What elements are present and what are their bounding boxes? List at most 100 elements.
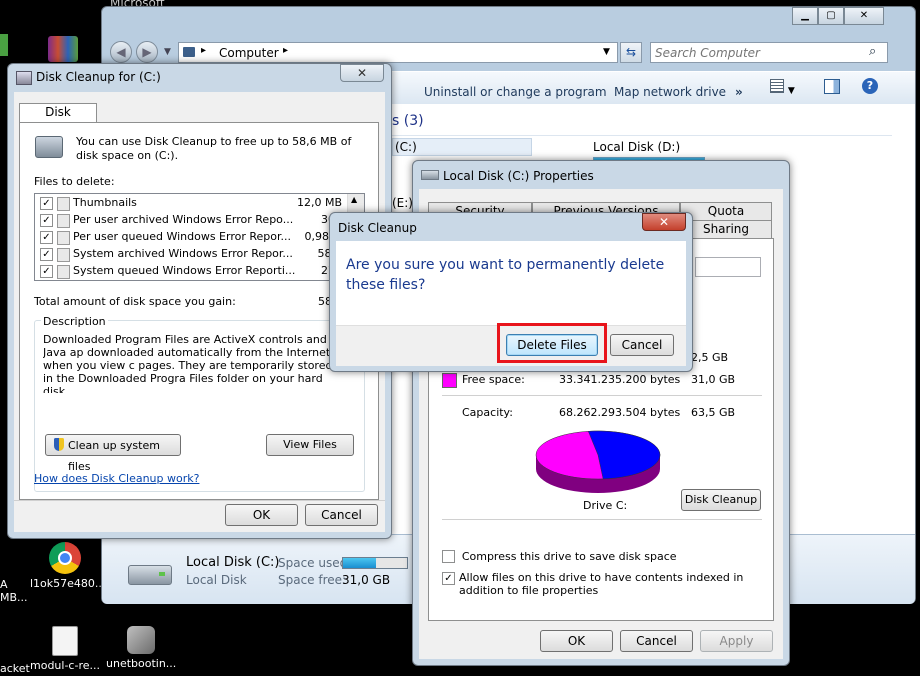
disk-cleanup-app-icon (16, 71, 32, 85)
confirm-message: Are you sure you want to permanently del… (346, 257, 665, 293)
ok-button[interactable]: OK (540, 630, 613, 652)
footer-divider (14, 500, 385, 501)
help-button[interactable]: ? (862, 78, 878, 94)
list-item[interactable]: ✓ System archived Windows Error Repor...… (35, 246, 364, 263)
free-space-size: 31,0 GB (691, 373, 736, 386)
tab-disk-cleanup[interactable]: Disk Cleanup (19, 103, 97, 136)
scroll-up-icon[interactable]: ▲ (351, 195, 357, 204)
view-list-icon (770, 79, 784, 93)
file-checkbox[interactable]: ✓ (40, 265, 53, 278)
minimize-icon: ▁ (801, 10, 809, 21)
compress-checkbox[interactable] (442, 550, 455, 563)
tab-sharing[interactable]: Sharing (680, 220, 772, 238)
desktop-icon-label: unetbootin... (106, 657, 177, 670)
refresh-button[interactable]: ⇆ (620, 42, 642, 63)
recent-pages-button[interactable]: ▼ (164, 47, 171, 57)
drive-small-icon (421, 170, 439, 180)
back-button[interactable]: ◀ (110, 41, 132, 63)
details-space-used-label: Space used: (278, 556, 352, 570)
desktop-icon-label-partial-2: acket (0, 662, 30, 675)
drive-d-label[interactable]: Local Disk (D:) (593, 140, 680, 154)
disk-usage-pie (535, 430, 661, 493)
file-name: Per user queued Windows Error Repor... (73, 230, 291, 243)
close-button[interactable]: ✕ (642, 213, 686, 231)
close-icon: ✕ (658, 215, 670, 229)
file-name: Per user archived Windows Error Repo... (73, 213, 294, 226)
confirm-dialog: Disk Cleanup ✕ Are you sure you want to … (329, 212, 693, 372)
details-drive-name: Local Disk (C:) (186, 555, 280, 570)
list-item[interactable]: ✓ System queued Windows Error Reporti...… (35, 263, 364, 280)
file-type-icon (57, 248, 70, 262)
free-space-bytes: 33.341.235.200 bytes (559, 373, 681, 386)
computer-icon (183, 47, 195, 57)
file-checkbox[interactable]: ✓ (40, 248, 53, 261)
chevron-down-icon: ▼ (164, 47, 171, 57)
forward-button[interactable]: ▶ (136, 41, 158, 63)
description-text: Downloaded Program Files are ActiveX con… (43, 333, 333, 393)
index-label: Allow files on this drive to have conten… (459, 571, 744, 597)
desktop-icon-doc[interactable]: modul-c-re... (30, 626, 100, 672)
drive-led-icon (159, 572, 165, 576)
desktop-icon-chrome[interactable]: l1ok57e480... (30, 542, 105, 590)
chevron-down-icon: ▼ (787, 86, 795, 96)
capacity-bytes: 68.262.293.504 bytes (559, 406, 681, 419)
dialog-client: Are you sure you want to permanently del… (336, 241, 686, 366)
disk-cleanup-button[interactable]: Disk Cleanup (681, 489, 761, 511)
drive-name-field[interactable] (695, 257, 761, 277)
index-checkbox[interactable]: ✓ (442, 572, 455, 585)
clean-up-system-files-button[interactable]: Clean up system files (45, 434, 181, 473)
file-type-icon (57, 231, 70, 245)
search-box[interactable]: ⌕ (650, 42, 888, 63)
tab-quota[interactable]: Quota (680, 202, 772, 220)
uninstall-program-button[interactable]: Uninstall or change a program (424, 85, 607, 99)
view-options-button[interactable]: ▼ (770, 79, 804, 96)
capacity-divider (442, 395, 762, 396)
desktop-icon-left-1[interactable] (0, 34, 8, 56)
drive-label: Drive C: (583, 499, 628, 512)
details-space-free-value: 31,0 GB (342, 573, 391, 587)
address-text[interactable]: Computer (219, 46, 279, 60)
toolbar-overflow-button[interactable]: » (735, 85, 743, 99)
file-checkbox[interactable]: ✓ (40, 231, 53, 244)
list-item[interactable]: ✓ Per user queued Windows Error Repor...… (35, 229, 364, 246)
maximize-button[interactable]: ▢ (818, 7, 844, 25)
unetbootin-icon (127, 626, 155, 654)
search-input[interactable] (653, 44, 867, 62)
capacity-label: Capacity: (462, 406, 513, 419)
view-files-button[interactable]: View Files (266, 434, 354, 456)
file-checkbox[interactable]: ✓ (40, 197, 53, 210)
help-link[interactable]: How does Disk Cleanup work? (34, 472, 199, 485)
apply-button[interactable]: Apply (700, 630, 773, 652)
breadcrumb-separator-icon: ▸ (201, 45, 207, 56)
list-item[interactable]: ✓ Thumbnails 12,0 MB (35, 195, 364, 212)
desktop-icon-unetbootin[interactable]: unetbootin... (106, 626, 176, 670)
address-bar[interactable]: ▸ Computer ▸ ▼ (178, 42, 618, 63)
address-dropdown-icon[interactable]: ▼ (603, 47, 610, 57)
close-icon: ✕ (356, 66, 368, 80)
ok-button[interactable]: OK (225, 504, 298, 526)
close-button[interactable]: ✕ (844, 7, 884, 25)
minimize-button[interactable]: ▁ (792, 7, 818, 25)
arrow-left-icon: ◀ (116, 45, 126, 59)
delete-files-button[interactable]: Delete Files (506, 334, 598, 356)
cancel-button[interactable]: Cancel (620, 630, 693, 652)
map-network-drive-button[interactable]: Map network drive (614, 85, 726, 99)
desktop-icon-label-partial: A MB... (0, 578, 28, 604)
preview-pane-button[interactable] (824, 79, 840, 94)
free-space-swatch (442, 373, 457, 388)
list-item[interactable]: ✓ Per user archived Windows Error Repo..… (35, 212, 364, 229)
drive-c-tile[interactable]: (C:) (392, 138, 532, 156)
cancel-button[interactable]: Cancel (610, 334, 674, 356)
files-list[interactable]: ✓ Thumbnails 12,0 MB ✓ Per user archived… (34, 193, 365, 281)
search-icon[interactable]: ⌕ (869, 44, 876, 59)
desktop-icon-winrar[interactable] (48, 36, 82, 62)
details-space-free-label: Space free: (278, 573, 347, 587)
compress-option[interactable]: Compress this drive to save disk space (442, 549, 762, 563)
arrow-right-icon: ▶ (142, 45, 152, 59)
close-button[interactable]: ✕ (340, 64, 384, 82)
drive-e-label[interactable]: (E:) (392, 196, 413, 210)
file-checkbox[interactable]: ✓ (40, 214, 53, 227)
chrome-icon (49, 542, 81, 574)
details-space-used-bar (342, 557, 408, 569)
cancel-button[interactable]: Cancel (305, 504, 378, 526)
